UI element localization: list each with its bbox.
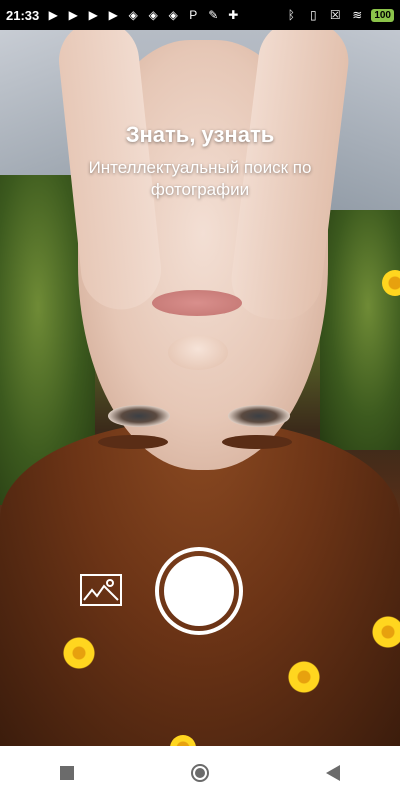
play-store-icon: ▶ xyxy=(68,8,78,22)
shutter-icon xyxy=(164,556,234,626)
play-store-icon: ▶ xyxy=(88,8,98,22)
photo-app-icon: ◈ xyxy=(148,8,158,22)
shutter-button[interactable] xyxy=(155,547,243,635)
eyebrow xyxy=(222,435,292,449)
app-title: Знать, узнать xyxy=(125,122,275,147)
flower xyxy=(368,612,400,652)
bluetooth-icon: ᛒ xyxy=(287,8,295,22)
flower xyxy=(287,660,321,694)
home-circle-icon xyxy=(190,764,209,782)
eye xyxy=(108,405,170,427)
flower xyxy=(62,636,96,670)
status-bar: 21:33 ▶ ▶ ▶ ▶ ◈ ◈ ◈ P ✎ ✚ ᛒ ▯ ☒ ≋ 100 xyxy=(0,0,400,30)
app-subtitle: Интеллектуальный поиск по фотографии xyxy=(88,158,312,199)
back-button[interactable] xyxy=(313,753,353,793)
nose xyxy=(168,335,228,370)
gallery-button[interactable] xyxy=(80,574,122,606)
vibrate-icon: ▯ xyxy=(310,8,317,22)
battery-indicator: 100 xyxy=(371,8,394,22)
back-triangle-icon xyxy=(326,765,341,781)
recent-apps-button[interactable] xyxy=(47,753,87,793)
notification-icon: ☒ xyxy=(329,8,341,22)
tools-icon: ✎ xyxy=(208,8,219,22)
photo-app-icon: ◈ xyxy=(128,8,138,22)
play-store-icon: ▶ xyxy=(108,8,118,22)
stop-square-icon xyxy=(59,766,74,780)
photo-app-icon: ◈ xyxy=(168,8,178,22)
status-time: 21:33 xyxy=(6,7,40,23)
gamepad-icon: ✚ xyxy=(228,8,239,22)
home-button[interactable] xyxy=(180,753,220,793)
p-icon: P xyxy=(189,8,198,22)
play-store-icon: ▶ xyxy=(48,8,58,22)
image-icon xyxy=(83,579,119,601)
system-icons: ᛒ ▯ ☒ ≋ 100 xyxy=(283,7,394,23)
wifi-icon: ≋ xyxy=(352,8,363,22)
background-grass xyxy=(320,210,400,450)
eyebrow xyxy=(98,435,168,449)
eye xyxy=(228,405,290,427)
lips xyxy=(152,290,242,316)
notification-icons: ▶ ▶ ▶ ▶ ◈ ◈ ◈ P ✎ ✚ xyxy=(45,7,241,23)
navigation-bar xyxy=(0,746,400,800)
